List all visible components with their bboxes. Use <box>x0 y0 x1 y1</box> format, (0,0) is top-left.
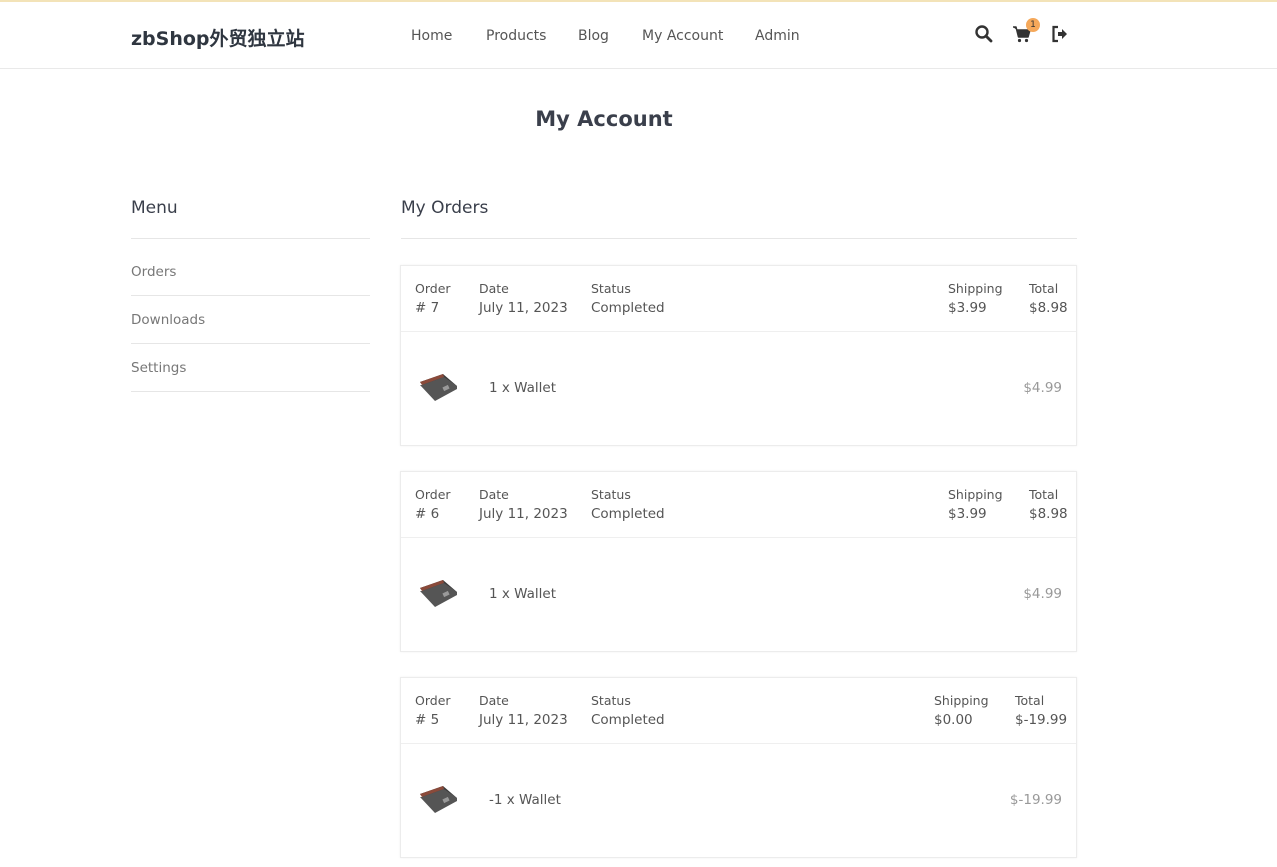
order-number: # 6 <box>415 506 440 522</box>
order-total: $8.98 <box>1029 300 1068 316</box>
sidebar-divider <box>131 343 370 344</box>
sidebar-divider <box>131 295 370 296</box>
order-number-col: Order # 5 <box>415 693 451 728</box>
logout-icon[interactable] <box>1050 24 1072 46</box>
order-item-name[interactable]: 1 x Wallet <box>489 380 556 396</box>
cart-icon[interactable]: 1 <box>1012 18 1040 46</box>
sidebar-title: Menu <box>131 198 178 218</box>
order-card: Order # 5 Date July 11, 2023 Status Complet… <box>400 677 1077 858</box>
order-date-col: Date July 11, 2023 <box>479 487 568 522</box>
order-number: # 5 <box>415 712 440 728</box>
orders-divider <box>401 238 1077 239</box>
order-number: # 7 <box>415 300 440 316</box>
nav-home[interactable]: Home <box>411 28 452 44</box>
order-total: $-19.99 <box>1015 712 1068 728</box>
order-item-price: $4.99 <box>1023 586 1062 602</box>
order-status-col: Status Completed <box>591 281 665 316</box>
order-total-col: Total $-19.99 <box>1015 693 1068 728</box>
cart-count-badge: 1 <box>1026 18 1040 32</box>
nav-admin[interactable]: Admin <box>755 28 800 44</box>
order-number-col: Order # 7 <box>415 281 451 316</box>
order-status: Completed <box>591 300 665 316</box>
sidebar-item-downloads[interactable]: Downloads <box>131 312 205 328</box>
order-shipping-col: Shipping $3.99 <box>948 487 1003 522</box>
brand-logo[interactable]: zbShop外贸独立站 <box>131 24 305 51</box>
top-navbar: zbShop外贸独立站 Home Products Blog My Accoun… <box>0 0 1277 69</box>
order-total-col: Total $8.98 <box>1029 281 1068 316</box>
sidebar-item-orders[interactable]: Orders <box>131 264 176 280</box>
sidebar-divider <box>131 238 370 239</box>
search-icon[interactable] <box>974 24 996 46</box>
nav-products[interactable]: Products <box>486 28 546 44</box>
nav-blog[interactable]: Blog <box>578 28 609 44</box>
order-header: Order # 5 Date July 11, 2023 Status Complet… <box>401 678 1076 744</box>
order-item-price: $-19.99 <box>1009 792 1062 808</box>
order-item-price: $4.99 <box>1023 380 1062 396</box>
nav-my-account[interactable]: My Account <box>642 28 723 44</box>
page-title: My Account <box>535 107 673 131</box>
order-item-name[interactable]: -1 x Wallet <box>489 792 561 808</box>
order-header: Order # 7 Date July 11, 2023 Status Complet… <box>401 266 1076 332</box>
sidebar-item-settings[interactable]: Settings <box>131 360 186 376</box>
wallet-thumbnail[interactable] <box>417 368 461 404</box>
order-date: July 11, 2023 <box>479 300 568 316</box>
order-shipping: $0.00 <box>934 712 973 728</box>
order-card: Order # 7 Date July 11, 2023 Status Complet… <box>400 265 1077 446</box>
order-status-col: Status Completed <box>591 487 665 522</box>
sidebar-divider <box>131 391 370 392</box>
order-total: $8.98 <box>1029 506 1068 522</box>
order-date-col: Date July 11, 2023 <box>479 281 568 316</box>
order-shipping-col: Shipping $3.99 <box>948 281 1003 316</box>
order-shipping: $3.99 <box>948 506 987 522</box>
order-date: July 11, 2023 <box>479 712 568 728</box>
order-card: Order # 6 Date July 11, 2023 Status Complet… <box>400 471 1077 652</box>
order-header: Order # 6 Date July 11, 2023 Status Complet… <box>401 472 1076 538</box>
order-shipping-col: Shipping $0.00 <box>934 693 989 728</box>
order-status-col: Status Completed <box>591 693 665 728</box>
wallet-thumbnail[interactable] <box>417 574 461 610</box>
order-shipping: $3.99 <box>948 300 987 316</box>
order-number-col: Order # 6 <box>415 487 451 522</box>
order-status: Completed <box>591 506 665 522</box>
order-total-col: Total $8.98 <box>1029 487 1068 522</box>
orders-title: My Orders <box>401 198 489 218</box>
order-date-col: Date July 11, 2023 <box>479 693 568 728</box>
wallet-thumbnail[interactable] <box>417 780 461 816</box>
order-date: July 11, 2023 <box>479 506 568 522</box>
order-item-name[interactable]: 1 x Wallet <box>489 586 556 602</box>
order-status: Completed <box>591 712 665 728</box>
